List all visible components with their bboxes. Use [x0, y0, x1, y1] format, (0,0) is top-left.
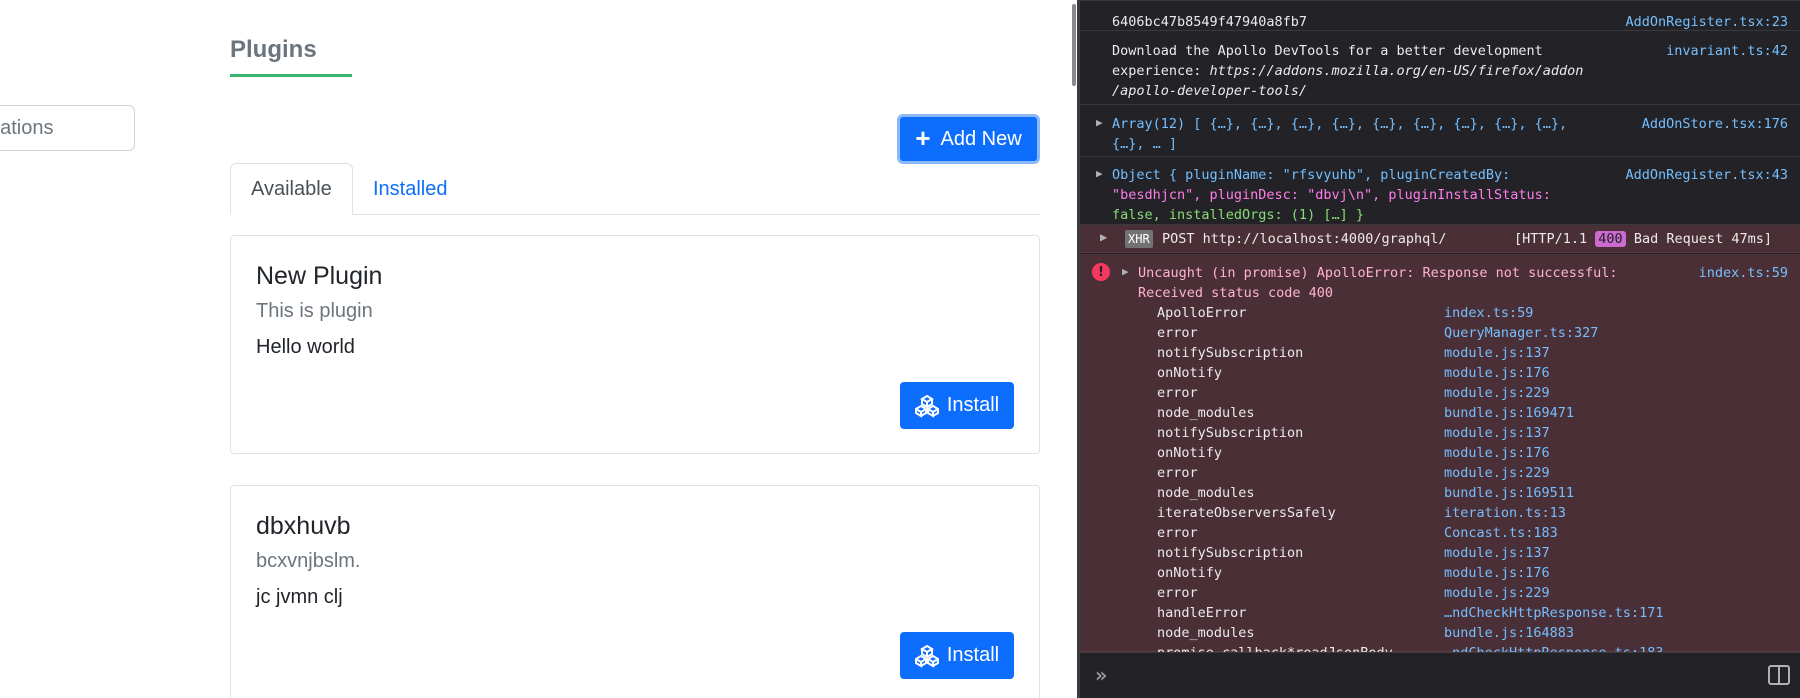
log-url[interactable]: /apollo-developer-tools/ [1112, 81, 1307, 101]
stack-frame-function: notifySubscription [1157, 545, 1304, 561]
log-message-line[interactable]: Array(12) [ {…}, {…}, {…}, {…}, {…}, {…}… [1112, 114, 1567, 134]
add-new-button[interactable]: + Add New [897, 114, 1040, 164]
install-button[interactable]: Install [900, 632, 1014, 679]
error-message-line: Uncaught (in promise) ApolloError: Respo… [1138, 265, 1618, 281]
stack-frame-function: iterateObserversSafely [1157, 505, 1336, 521]
cubes-icon [914, 644, 939, 668]
stack-frame-source-link[interactable]: module.js:137 [1444, 543, 1550, 563]
stack-frame-function: notifySubscription [1157, 425, 1304, 441]
stack-frame-source-link[interactable]: Concast.ts:183 [1444, 523, 1558, 543]
protocol-text: [HTTP/1.1 [1514, 231, 1588, 247]
page-title-underline [230, 74, 352, 77]
tab-installed[interactable]: Installed [353, 163, 468, 215]
plugin-description: Hello world [256, 336, 355, 358]
stack-frame-function: notifySubscription [1157, 345, 1304, 361]
expand-triangle-icon[interactable]: ▶ [1096, 167, 1103, 180]
stack-frame-source-link[interactable]: bundle.js:164883 [1444, 623, 1574, 643]
stack-frame-source-link[interactable]: iteration.ts:13 [1444, 503, 1566, 523]
log-source-link[interactable]: AddOnRegister.tsx:23 [1625, 12, 1788, 32]
request-status: [HTTP/1.1 400 Bad Request 47ms] [1514, 229, 1772, 249]
page-title: Plugins [230, 36, 317, 63]
status-text: Bad Request 47ms] [1633, 231, 1772, 247]
plugin-name: dbxhuvb [256, 512, 351, 540]
console-log-row: ▶ Array(12) [ {…}, {…}, {…}, {…}, {…}, {… [1080, 105, 1800, 157]
log-message-line: false, installedOrgs: (1) […] } [1112, 207, 1364, 223]
plugin-subtitle: bcxvnjbslm. [256, 550, 361, 572]
plugin-card: dbxhuvb bcxvnjbslm. jc jvmn clj Install [230, 485, 1040, 698]
stack-frame-source-link[interactable]: module.js:176 [1444, 563, 1550, 583]
console-log-row: Download the Apollo DevTools for a bette… [1080, 31, 1800, 105]
log-message-line: "besdhjcn", pluginDesc: "dbvj\n", plugin… [1112, 187, 1551, 203]
plugin-description: jc jvmn clj [256, 586, 343, 608]
stack-frame-function: node_modules [1157, 405, 1255, 421]
stack-frame-source-link[interactable]: module.js:229 [1444, 383, 1550, 403]
xhr-badge: XHR [1125, 230, 1153, 248]
log-source-link[interactable]: AddOnRegister.tsx:43 [1625, 165, 1788, 185]
stack-frame-source-link[interactable]: module.js:176 [1444, 443, 1550, 463]
request-url[interactable]: POST http://localhost:4000/graphql/ [1162, 229, 1446, 249]
status-code-badge: 400 [1595, 231, 1626, 247]
stack-frame-function: handleError [1157, 605, 1247, 621]
stack-frame-source-link[interactable]: module.js:229 [1444, 583, 1550, 603]
error-icon: ! [1092, 263, 1110, 281]
stack-frame-function: node_modules [1157, 485, 1255, 501]
add-new-label: Add New [940, 127, 1022, 150]
app-pane: Plugins + Add New Available Installed Ne… [0, 0, 1077, 698]
console-log-row: 6406bc47b8549f47940a8fb7 AddOnRegister.t… [1080, 0, 1800, 31]
cubes-icon [914, 394, 939, 418]
install-button[interactable]: Install [900, 382, 1014, 429]
log-url[interactable]: https://addons.mozilla.org/en-US/firefox… [1210, 63, 1584, 79]
install-label: Install [946, 644, 1000, 666]
stack-frame-source-link[interactable]: index.ts:59 [1444, 303, 1533, 323]
log-source-link[interactable]: AddOnStore.tsx:176 [1642, 114, 1788, 134]
plugin-tabs: Available Installed [230, 163, 1040, 215]
log-text: experience: [1112, 63, 1210, 79]
stack-frame-function: onNotify [1157, 365, 1223, 381]
plugin-name: New Plugin [256, 262, 383, 290]
stack-frame-function: error [1157, 525, 1198, 541]
tab-available[interactable]: Available [230, 163, 353, 215]
stack-frame-function: error [1157, 465, 1198, 481]
error-message-line: Received status code 400 [1138, 285, 1334, 301]
stack-frame-source-link[interactable]: module.js:229 [1444, 463, 1550, 483]
log-message: 6406bc47b8549f47940a8fb7 [1112, 14, 1308, 30]
stack-frame-function: error [1157, 585, 1198, 601]
stack-frame-source-link[interactable]: module.js:137 [1444, 343, 1550, 363]
log-message-line[interactable]: Object { pluginName: "rfsvyuhb", pluginC… [1112, 165, 1510, 185]
stack-frame-source-link[interactable]: bundle.js:169511 [1444, 483, 1574, 503]
prompt-chevron-icon: » [1095, 663, 1108, 687]
expand-triangle-icon[interactable]: ▶ [1096, 116, 1103, 129]
stack-frame-source-link[interactable]: QueryManager.ts:327 [1444, 323, 1598, 343]
install-label: Install [946, 394, 1000, 416]
console-error-row: ! ▶ Uncaught (in promise) ApolloError: R… [1080, 254, 1800, 661]
stack-frame-function: error [1157, 385, 1198, 401]
network-request-row[interactable]: ▶ XHR POST http://localhost:4000/graphql… [1080, 225, 1800, 253]
log-source-link[interactable]: invariant.ts:42 [1666, 41, 1788, 61]
stack-frame-source-link[interactable]: bundle.js:169471 [1444, 403, 1574, 423]
log-message-line: experience: https://addons.mozilla.org/e… [1112, 61, 1583, 81]
expand-triangle-icon[interactable]: ▶ [1100, 230, 1107, 244]
page-scrollbar[interactable] [1072, 4, 1076, 86]
stack-frame-function: onNotify [1157, 565, 1223, 581]
plugin-card: New Plugin This is plugin Hello world In… [230, 235, 1040, 454]
expand-triangle-icon[interactable]: ▶ [1122, 265, 1129, 278]
error-source-link[interactable]: index.ts:59 [1699, 263, 1788, 283]
log-message-line: {…}, … ] [1112, 136, 1178, 152]
console-input[interactable]: » [1080, 652, 1800, 698]
stack-frame-function: onNotify [1157, 445, 1223, 461]
stack-frame-function: node_modules [1157, 625, 1255, 641]
split-console-icon[interactable] [1768, 665, 1790, 685]
stack-frame-source-link[interactable]: module.js:176 [1444, 363, 1550, 383]
stack-frame-source-link[interactable]: module.js:137 [1444, 423, 1550, 443]
stack-frame-function: error [1157, 325, 1198, 341]
log-message-line: Download the Apollo DevTools for a bette… [1112, 43, 1543, 59]
devtools-console: 6406bc47b8549f47940a8fb7 AddOnRegister.t… [1080, 0, 1800, 698]
search-input[interactable] [0, 105, 135, 151]
stack-frame-source-link[interactable]: …ndCheckHttpResponse.ts:171 [1444, 603, 1663, 623]
stack-frame-function: ApolloError [1157, 305, 1247, 321]
console-log-row: ▶ Object { pluginName: "rfsvyuhb", plugi… [1080, 157, 1800, 225]
plus-icon: + [915, 123, 931, 153]
plugin-subtitle: This is plugin [256, 300, 373, 322]
